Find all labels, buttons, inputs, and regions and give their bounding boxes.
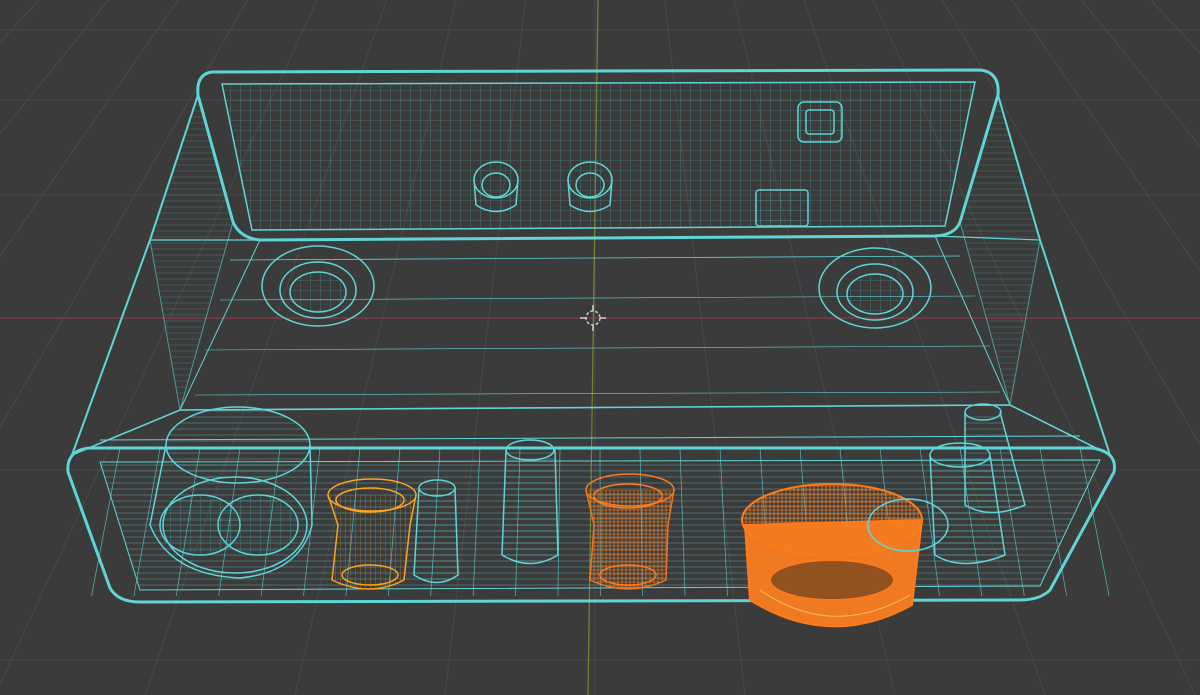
- mounting-boss-left[interactable]: [261, 245, 375, 327]
- grid-line: [1011, 0, 1200, 272]
- usb-port-bottom[interactable]: [755, 189, 809, 227]
- led-holder-right[interactable]: [585, 473, 675, 590]
- standoff-post-4[interactable]: [964, 403, 1026, 514]
- standoff-post-1[interactable]: [413, 479, 459, 584]
- grid-line: [1150, 0, 1200, 54]
- mounting-boss-right[interactable]: [818, 247, 932, 329]
- usb-port-top[interactable]: [797, 101, 843, 143]
- knob-cap[interactable]: [741, 483, 924, 628]
- led-holder-left[interactable]: [327, 478, 417, 590]
- grid-line: [1081, 0, 1200, 147]
- grid-line: [0, 0, 40, 43]
- 3d-viewport[interactable]: [0, 0, 1200, 695]
- standoff-post-2[interactable]: [501, 439, 559, 565]
- grid-line: [0, 0, 179, 258]
- viewport-scene[interactable]: [0, 0, 1200, 695]
- grid-line: [0, 0, 248, 429]
